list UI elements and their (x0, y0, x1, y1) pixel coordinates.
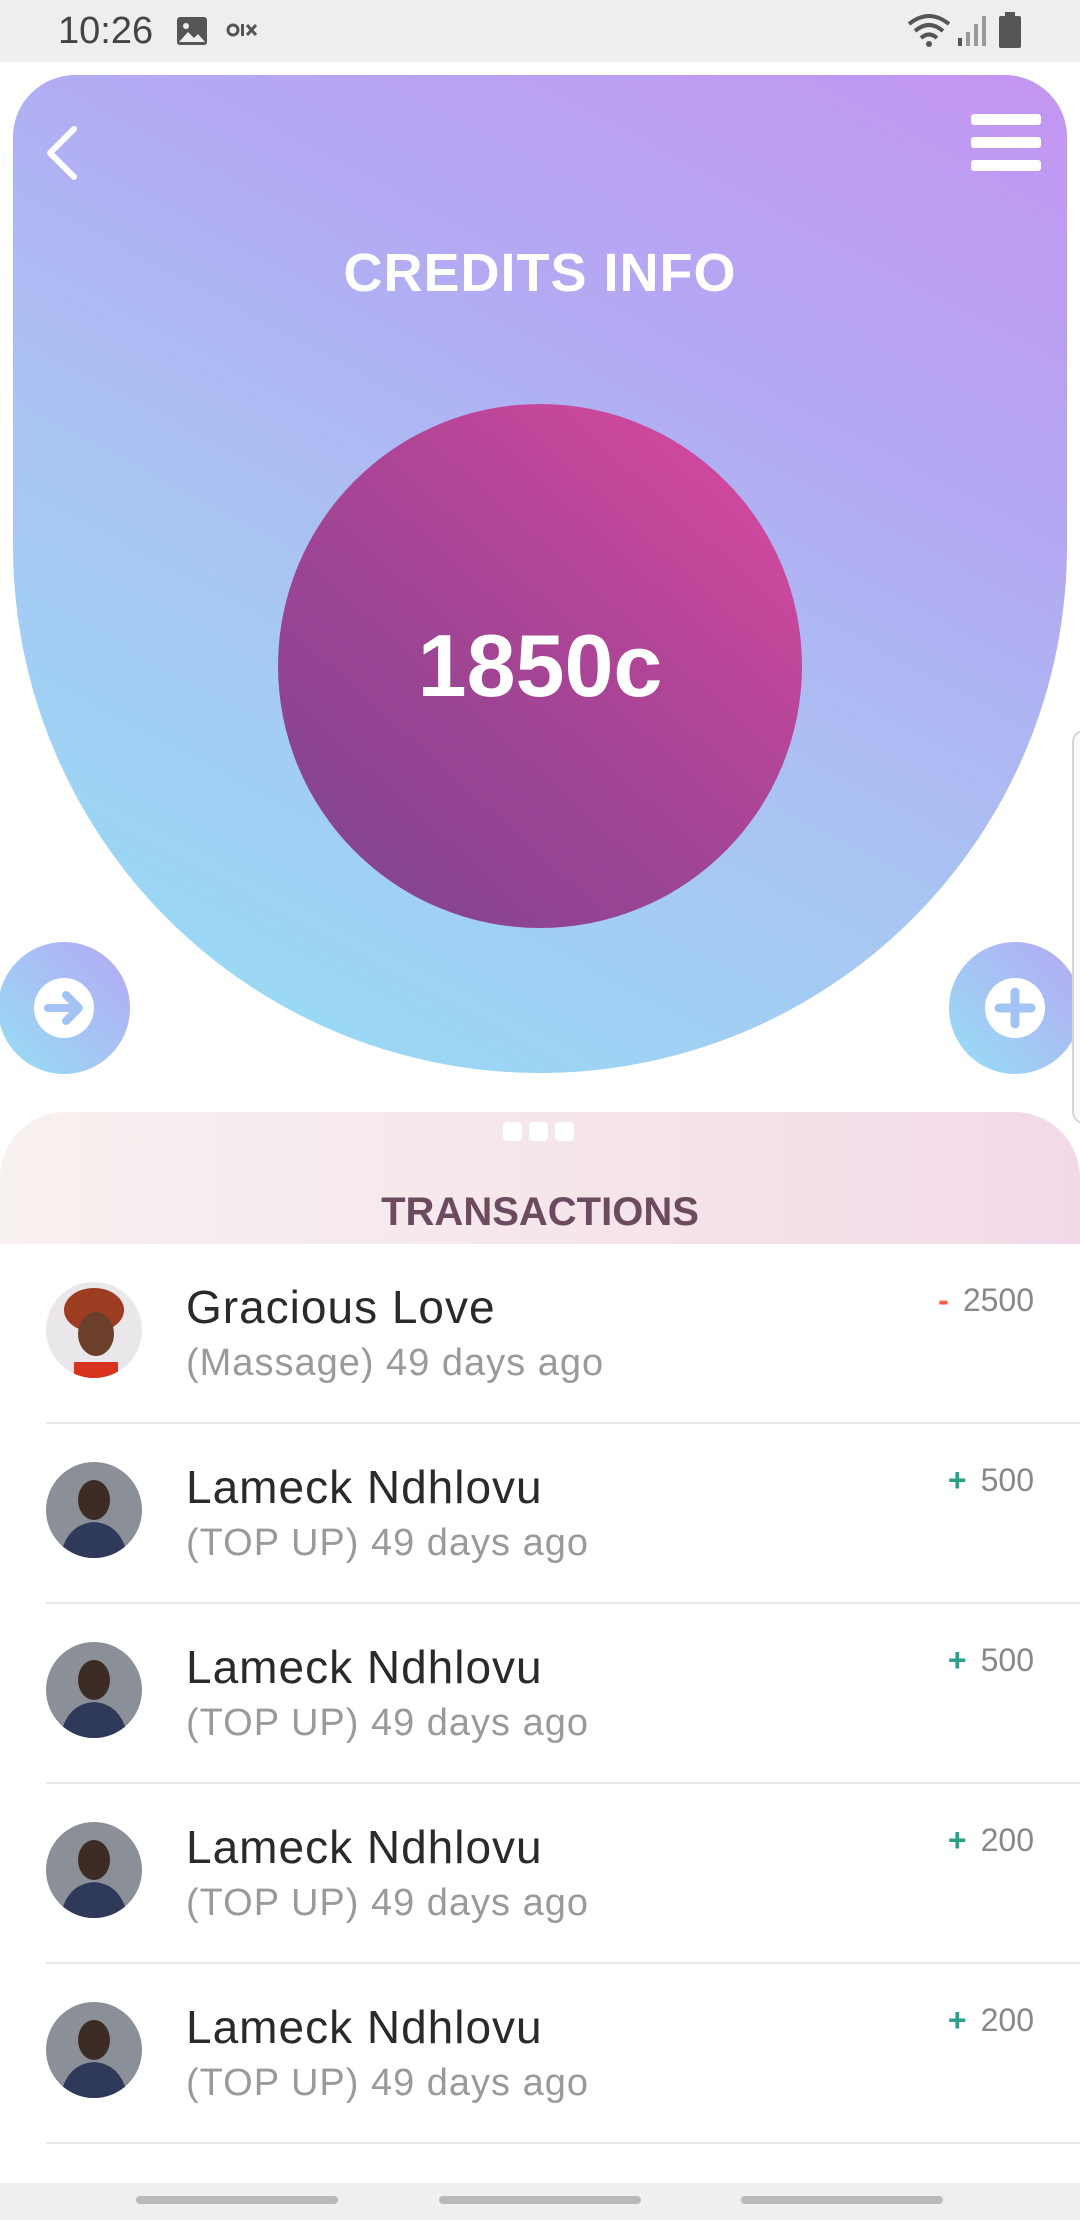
edge-panel-handle[interactable] (1072, 730, 1080, 1124)
back-button[interactable] (38, 123, 88, 183)
transaction-sign: - (938, 1282, 949, 1318)
transaction-detail: (TOP UP) 49 days ago (186, 1522, 590, 1564)
transaction-sign: + (947, 1822, 967, 1858)
hamburger-menu-icon[interactable] (971, 114, 1041, 172)
transaction-row[interactable]: Gracious Love (Massage) 49 days ago -250… (0, 1244, 1080, 1424)
page-title: CREDITS INFO (343, 243, 737, 303)
nav-home-button[interactable] (439, 2196, 641, 2204)
transaction-amount-value: 500 (980, 1642, 1034, 1678)
transaction-name: Lameck Ndhlovu (186, 1461, 543, 1513)
transaction-amount-value: 200 (980, 1822, 1034, 1858)
man-avatar (46, 1642, 142, 1738)
transaction-amount-value: 2500 (962, 1282, 1034, 1318)
credit-balance: 1850c (417, 616, 663, 715)
transaction-amount: +200 (948, 2002, 1034, 2039)
wifi-icon (907, 14, 951, 47)
transaction-name: Gracious Love (186, 1281, 496, 1333)
transaction-row[interactable]: Lameck Ndhlovu (TOP UP) 49 days ago +200 (0, 1784, 1080, 1964)
arrow-right-circle-icon (34, 978, 94, 1038)
nav-back-button[interactable] (741, 2196, 943, 2204)
add-credits-button[interactable] (949, 942, 1080, 1074)
image-icon (177, 17, 207, 45)
transaction-name: Lameck Ndhlovu (186, 2001, 543, 2053)
system-navigation-bar (0, 2183, 1080, 2220)
transaction-row[interactable]: Lameck Ndhlovu (TOP UP) 49 days ago +200 (0, 1964, 1080, 2144)
transaction-row[interactable]: Lameck Ndhlovu (TOP UP) 49 days ago +500 (0, 1604, 1080, 1784)
transaction-amount-value: 500 (980, 1462, 1034, 1498)
transaction-amount: +500 (948, 1642, 1034, 1679)
transaction-amount: +200 (948, 1822, 1034, 1859)
voicemail-icon (226, 23, 258, 37)
man-avatar (46, 2002, 142, 2098)
transaction-amount: +500 (948, 1462, 1034, 1499)
divider (46, 2142, 1080, 2144)
transaction-sign: + (947, 1462, 967, 1498)
transaction-sign: + (947, 1642, 967, 1678)
drag-handle-dots[interactable] (503, 1122, 581, 1146)
woman-red-hair-avatar (46, 1282, 142, 1378)
transaction-detail: (Massage) 49 days ago (186, 1342, 605, 1384)
status-bar: 10:26 (0, 0, 1080, 62)
transaction-sign: + (947, 2002, 967, 2038)
transaction-name: Lameck Ndhlovu (186, 1641, 543, 1693)
transaction-detail: (TOP UP) 49 days ago (186, 1882, 590, 1924)
transaction-amount-value: 200 (980, 2002, 1034, 2038)
transaction-row[interactable]: Lameck Ndhlovu (TOP UP) 49 days ago +500 (0, 1424, 1080, 1604)
credit-balance-circle: 1850c (278, 404, 802, 928)
transactions-list: Gracious Love (Massage) 49 days ago -250… (0, 1244, 1080, 2144)
transaction-detail: (TOP UP) 49 days ago (186, 1702, 590, 1744)
man-avatar (46, 1822, 142, 1918)
status-time: 10:26 (58, 10, 154, 52)
transactions-title: TRANSACTIONS (381, 1190, 699, 1234)
transaction-detail: (TOP UP) 49 days ago (186, 2062, 590, 2104)
transaction-name: Lameck Ndhlovu (186, 1821, 543, 1873)
nav-recents-button[interactable] (136, 2196, 338, 2204)
transaction-amount: -2500 (938, 1282, 1034, 1319)
battery-icon (999, 12, 1021, 48)
send-credits-button[interactable] (0, 942, 130, 1074)
plus-circle-icon (985, 978, 1045, 1038)
signal-icon (958, 16, 986, 46)
man-avatar (46, 1462, 142, 1558)
